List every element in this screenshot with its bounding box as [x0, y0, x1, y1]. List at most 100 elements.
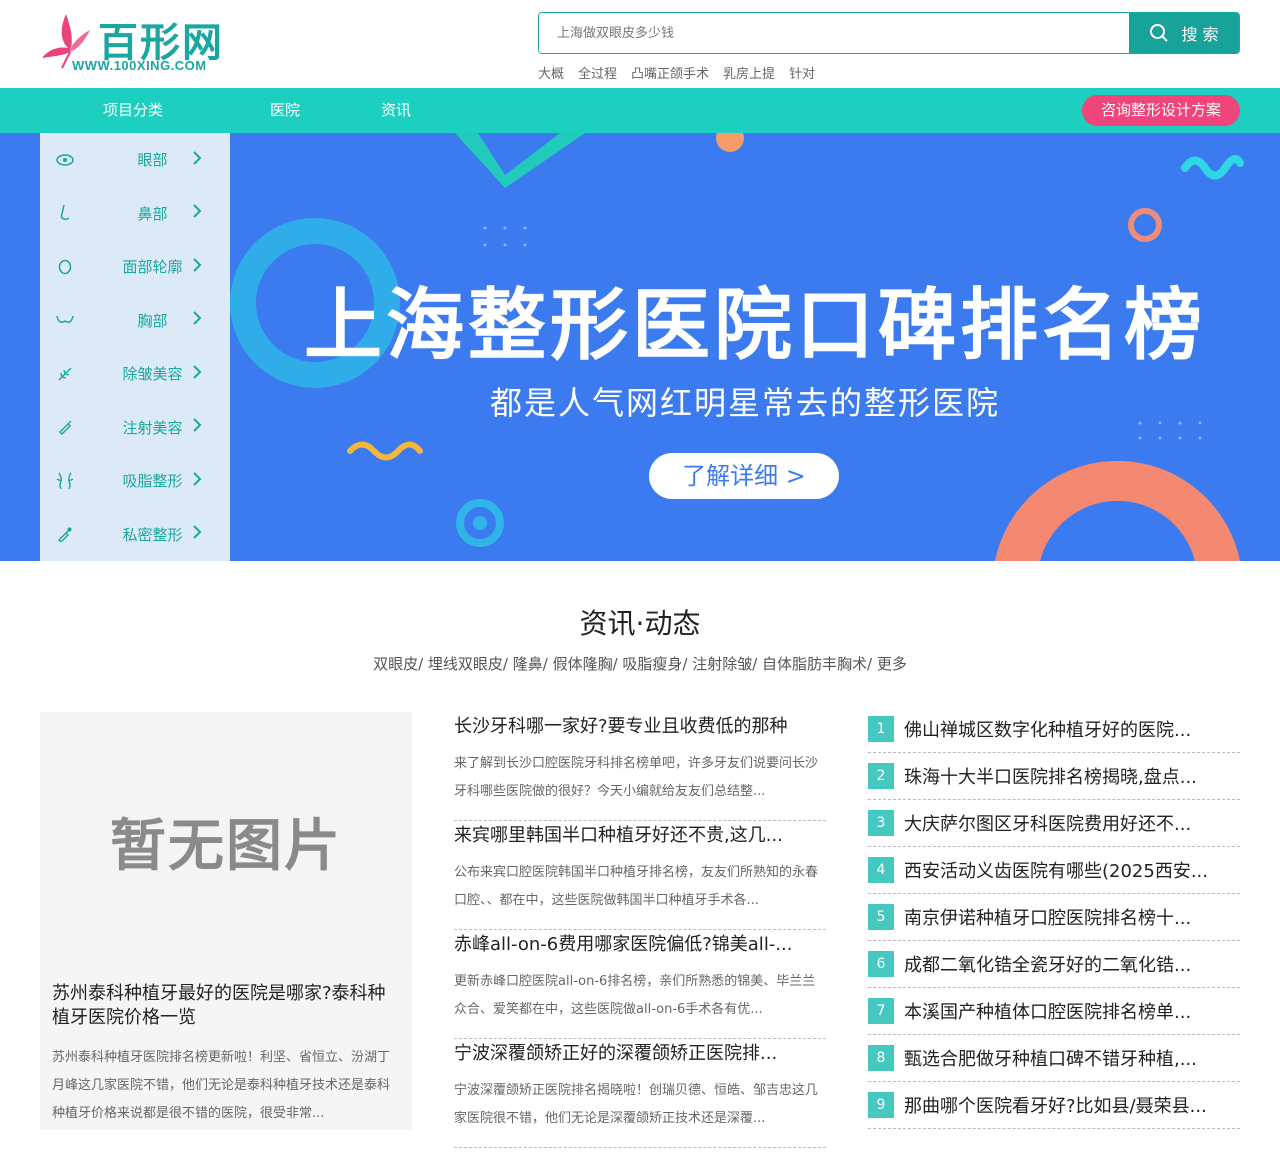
feature-title[interactable]: 苏州泰科种植牙最好的医院是哪家?泰科种植牙医院价格一览 — [40, 970, 412, 1030]
sidebar-item-face[interactable]: 面部轮廓 — [40, 240, 230, 294]
hot-word-link[interactable]: 大概 — [538, 63, 564, 82]
hot-word-link[interactable]: 乳房上提 — [723, 63, 775, 82]
news-desc: 宁波深覆颌矫正医院排名揭晓啦！创瑞贝德、恒皓、邹吉忠这几家医院很不错，他们无论是… — [454, 1083, 819, 1126]
news-desc: 来了解到长沙口腔医院牙科排名榜单吧，许多牙友们说要问长沙牙科哪些医院做的很好？今… — [454, 756, 819, 799]
banner-subtitle: 都是人气网红明星常去的整形医院 — [489, 384, 1000, 422]
rank-number: 9 — [868, 1092, 894, 1118]
news-tags[interactable]: 双眼皮/ 埋线双眼皮/ 隆鼻/ 假体隆胸/ 吸脂瘦身/ 注射除皱/ 自体脂肪丰胸… — [0, 653, 1280, 674]
sidebar-item-nose[interactable]: 鼻部 — [40, 187, 230, 241]
search-icon — [1150, 24, 1169, 42]
consult-button[interactable]: 咨询整形设计方案 — [1082, 95, 1240, 126]
rank-title[interactable]: 南京伊诺种植牙口腔医院排名榜十... — [904, 904, 1191, 930]
hot-word-link[interactable]: 凸嘴正颌手术 — [631, 63, 709, 82]
chest-icon — [55, 310, 75, 330]
face-icon — [55, 257, 75, 277]
ranking-item[interactable]: 9 那曲哪个医院看牙好?比如县/聂荣县... — [868, 1082, 1240, 1129]
syringe-icon — [55, 417, 75, 437]
eye-icon — [55, 150, 75, 170]
sidebar-item-label: 除皱美容 — [122, 365, 183, 384]
dropper-icon — [55, 524, 75, 544]
news-list: 长沙牙科哪一家好?要专业且收费低的那种 来了解到长沙口腔医院牙科排名榜单吧，许多… — [454, 712, 826, 1148]
list-item[interactable]: 赤峰all-on-6费用哪家医院偏低?锦美all-... 更新赤峰口腔医院all… — [454, 930, 826, 1039]
nav-item-hospitals[interactable]: 医院 — [270, 88, 300, 133]
ranking-item[interactable]: 4 西安活动义齿医院有哪些(2025西安... — [868, 847, 1240, 894]
ranking-item[interactable]: 2 珠海十大半口医院排名榜揭晓,盘点... — [868, 753, 1240, 800]
sidebar-item-liposuction[interactable]: 吸脂整形 — [40, 454, 230, 508]
rank-title[interactable]: 大庆萨尔图区牙科医院费用好还不... — [904, 810, 1191, 836]
section-title: 资讯·动态 — [579, 607, 701, 640]
feather-icon — [55, 364, 75, 384]
ranking-item[interactable]: 3 大庆萨尔图区牙科医院费用好还不... — [868, 800, 1240, 847]
rank-title[interactable]: 甄选合肥做牙种植口碑不错牙种植,... — [904, 1045, 1197, 1071]
list-item[interactable]: 宁波深覆颌矫正好的深覆颌矫正医院排... 宁波深覆颌矫正医院排名揭晓啦！创瑞贝德… — [454, 1039, 826, 1148]
feature-image-placeholder: 暂无图片 — [40, 712, 412, 970]
sidebar-item-label: 鼻部 — [137, 204, 168, 223]
hero-banner[interactable]: 眼部 鼻部 面部轮廓 胸部 除皱美容 注射美容 吸脂整形 私密整形 上海整形医院… — [0, 133, 1280, 561]
ranking-item[interactable]: 8 甄选合肥做牙种植口碑不错牙种植,... — [868, 1035, 1240, 1082]
body-icon — [55, 471, 75, 491]
main-nav: 项目分类 医院 资讯 咨询整形设计方案 — [0, 88, 1280, 133]
chevron-right-icon — [192, 471, 202, 491]
feature-article[interactable]: 暂无图片 苏州泰科种植牙最好的医院是哪家?泰科种植牙医院价格一览 苏州泰科种植牙… — [40, 712, 412, 1130]
sidebar-item-label: 眼部 — [137, 151, 168, 170]
sidebar-item-private[interactable]: 私密整形 — [40, 508, 230, 562]
chevron-right-icon — [192, 364, 202, 384]
sidebar-item-eye[interactable]: 眼部 — [40, 133, 230, 187]
list-item[interactable]: 长沙牙科哪一家好?要专业且收费低的那种 来了解到长沙口腔医院牙科排名榜单吧，许多… — [454, 712, 826, 821]
sidebar-item-label: 胸部 — [137, 311, 168, 330]
rank-number: 6 — [868, 951, 894, 977]
chevron-right-icon — [192, 310, 202, 330]
sidebar-item-label: 吸脂整形 — [122, 472, 183, 491]
list-item[interactable]: 来宾哪里韩国半口种植牙好还不贵,这几... 公布来宾口腔医院韩国半口种植牙排名榜… — [454, 821, 826, 930]
sidebar-item-chest[interactable]: 胸部 — [40, 294, 230, 348]
chevron-right-icon — [192, 150, 202, 170]
chevron-right-icon — [192, 203, 202, 223]
rank-title[interactable]: 西安活动义齿医院有哪些(2025西安... — [904, 857, 1208, 883]
rank-number: 4 — [868, 857, 894, 883]
search-button-label: 搜 索 — [1181, 25, 1219, 44]
chevron-right-icon — [192, 524, 202, 544]
ranking-item[interactable]: 7 本溪国产种植体口腔医院排名榜单... — [868, 988, 1240, 1035]
search-box: 搜 索 — [538, 12, 1240, 54]
search-input[interactable] — [539, 13, 1129, 53]
sidebar-item-wrinkle[interactable]: 除皱美容 — [40, 347, 230, 401]
feature-desc: 苏州泰科种植牙医院排名榜更新啦！利坚、省恒立、汾湖丁月峰这几家医院不错，他们无论… — [52, 1050, 391, 1121]
ranking-item[interactable]: 1 佛山禅城区数字化种植牙好的医院... — [868, 706, 1240, 753]
chevron-right-icon — [192, 257, 202, 277]
rank-number: 2 — [868, 763, 894, 789]
rank-title[interactable]: 成都二氧化锆全瓷牙好的二氧化锆... — [904, 951, 1191, 977]
nav-item-news[interactable]: 资讯 — [381, 88, 411, 133]
hot-word-link[interactable]: 全过程 — [578, 63, 617, 82]
hot-words: 大概 全过程 凸嘴正颌手术 乳房上提 针对 — [538, 63, 815, 82]
rank-title[interactable]: 本溪国产种植体口腔医院排名榜单... — [904, 998, 1191, 1024]
banner-title: 上海整形医院口碑排名榜 — [303, 281, 1206, 371]
rank-number: 5 — [868, 904, 894, 930]
sidebar-item-label: 面部轮廓 — [122, 258, 183, 277]
hot-word-link[interactable]: 针对 — [789, 63, 815, 82]
site-logo[interactable]: 百形网 WWW.100XING.COM — [40, 8, 260, 82]
rank-title[interactable]: 那曲哪个医院看牙好?比如县/聂荣县... — [904, 1092, 1207, 1118]
search-button[interactable]: 搜 索 — [1129, 13, 1239, 53]
category-sidebar: 眼部 鼻部 面部轮廓 胸部 除皱美容 注射美容 吸脂整形 私密整形 — [40, 133, 230, 561]
chevron-right-icon — [192, 417, 202, 437]
news-title[interactable]: 长沙牙科哪一家好?要专业且收费低的那种 — [454, 712, 826, 740]
nav-item-categories[interactable]: 项目分类 — [103, 88, 163, 133]
logo-url: WWW.100XING.COM — [72, 58, 207, 73]
news-title[interactable]: 赤峰all-on-6费用哪家医院偏低?锦美all-... — [454, 930, 826, 958]
news-title[interactable]: 来宾哪里韩国半口种植牙好还不贵,这几... — [454, 821, 826, 849]
sidebar-item-injection[interactable]: 注射美容 — [40, 401, 230, 455]
header: 百形网 WWW.100XING.COM 搜 索 大概 全过程 凸嘴正颌手术 乳房… — [0, 0, 1280, 88]
rank-number: 8 — [868, 1045, 894, 1071]
nose-icon — [55, 203, 75, 223]
banner-detail-button[interactable]: 了解详细 > — [649, 453, 839, 499]
news-title[interactable]: 宁波深覆颌矫正好的深覆颌矫正医院排... — [454, 1039, 826, 1067]
rank-number: 1 — [868, 716, 894, 742]
ranking-item[interactable]: 6 成都二氧化锆全瓷牙好的二氧化锆... — [868, 941, 1240, 988]
sidebar-item-label: 私密整形 — [122, 525, 183, 544]
rank-number: 3 — [868, 810, 894, 836]
rank-title[interactable]: 佛山禅城区数字化种植牙好的医院... — [904, 716, 1191, 742]
rank-title[interactable]: 珠海十大半口医院排名榜揭晓,盘点... — [904, 763, 1197, 789]
news-desc: 公布来宾口腔医院韩国半口种植牙排名榜，友友们所熟知的永春口腔、、都在中，这些医院… — [454, 865, 819, 908]
rank-number: 7 — [868, 998, 894, 1024]
ranking-item[interactable]: 5 南京伊诺种植牙口腔医院排名榜十... — [868, 894, 1240, 941]
